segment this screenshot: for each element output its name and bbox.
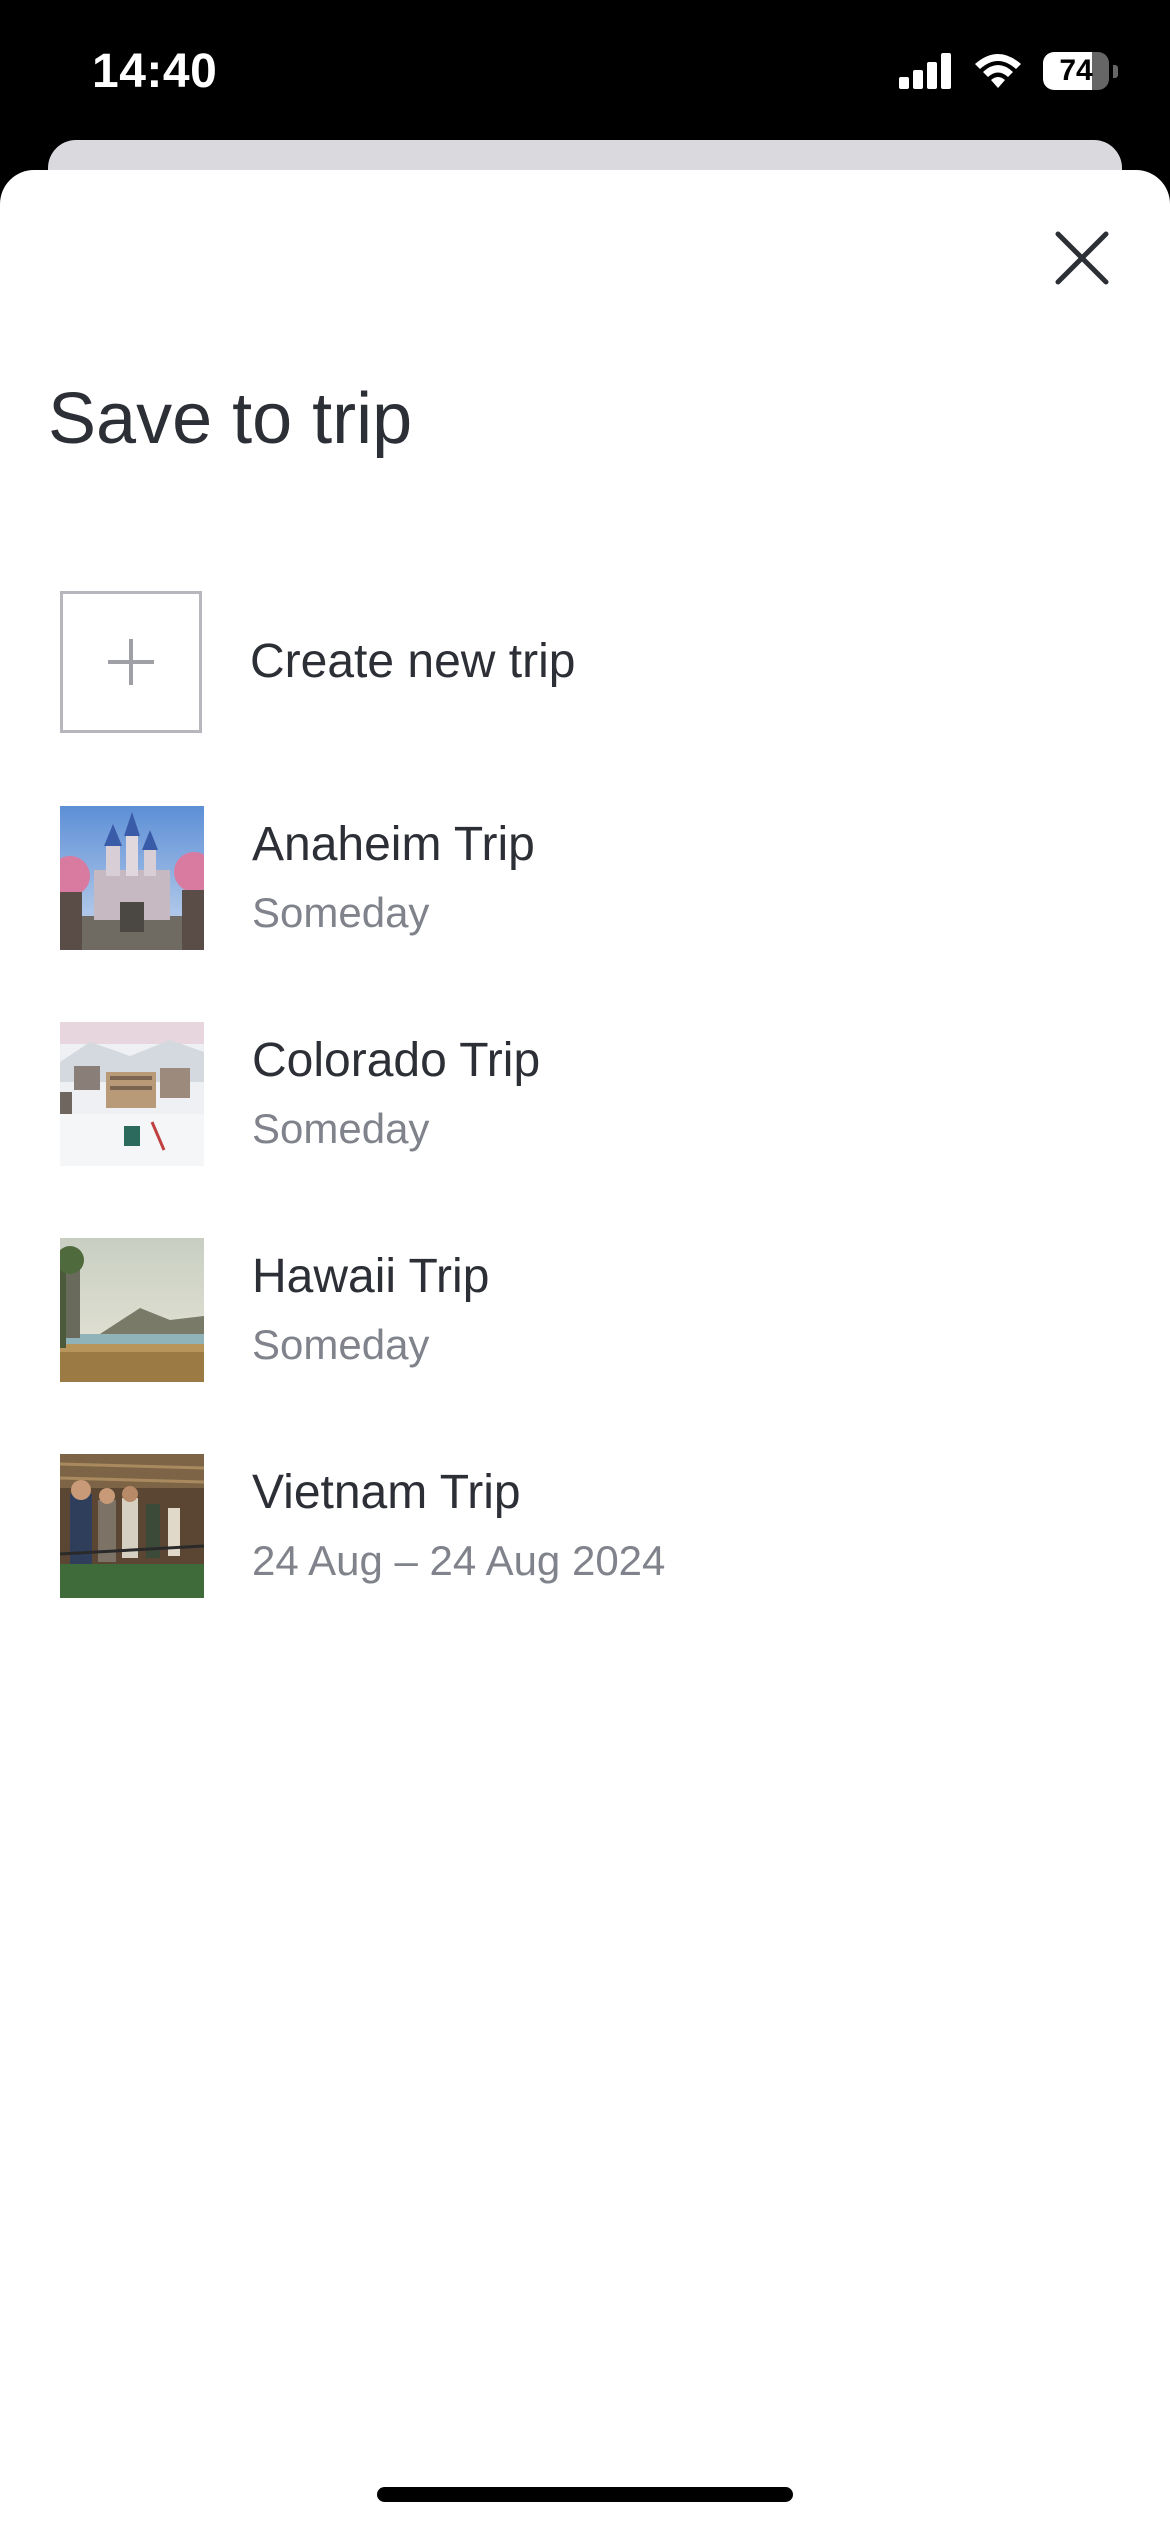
- close-icon: [1055, 231, 1109, 285]
- home-indicator: [377, 2487, 793, 2502]
- colorado-text: Colorado Trip Someday: [252, 1031, 540, 1157]
- trip-date: Someday: [252, 1105, 430, 1152]
- trip-name: Anaheim Trip: [252, 818, 535, 871]
- trip-item-anaheim[interactable]: Anaheim Trip Someday: [60, 806, 1120, 950]
- vietnam-thumbnail: [60, 1454, 204, 1598]
- anaheim-text: Anaheim Trip Someday: [252, 815, 535, 941]
- status-bar: 14:40 74: [0, 0, 1170, 140]
- wifi-icon: [975, 54, 1021, 88]
- trip-list: Create new trip Anaheim Trip Someday Col…: [60, 590, 1120, 1670]
- trip-name: Hawaii Trip: [252, 1250, 490, 1303]
- create-new-trip-label: Create new trip: [250, 635, 576, 688]
- create-new-trip-button[interactable]: Create new trip: [60, 590, 1120, 734]
- colorado-thumbnail: [60, 1022, 204, 1166]
- close-button[interactable]: [1046, 222, 1118, 294]
- battery-cap: [1113, 64, 1118, 78]
- hawaii-text: Hawaii Trip Someday: [252, 1247, 489, 1373]
- plus-icon: [108, 639, 154, 685]
- beach-photo: [60, 1238, 204, 1382]
- market-photo: [60, 1454, 204, 1598]
- anaheim-thumbnail: [60, 806, 204, 950]
- trip-item-hawaii[interactable]: Hawaii Trip Someday: [60, 1238, 1120, 1382]
- trip-item-vietnam[interactable]: Vietnam Trip 24 Aug – 24 Aug 2024: [60, 1454, 1120, 1598]
- create-trip-text: Create new trip: [250, 632, 575, 692]
- castle-photo: [60, 806, 204, 950]
- snowy-town-photo: [60, 1022, 204, 1166]
- trip-name: Vietnam Trip: [252, 1466, 521, 1519]
- status-time: 14:40: [92, 45, 218, 98]
- vietnam-text: Vietnam Trip 24 Aug – 24 Aug 2024: [252, 1463, 665, 1589]
- trip-date: Someday: [252, 1321, 430, 1368]
- battery-icon: 74: [1043, 52, 1109, 90]
- trip-date: 24 Aug – 24 Aug 2024: [252, 1537, 666, 1584]
- page-title: Save to trip: [48, 379, 413, 459]
- trip-date: Someday: [252, 889, 430, 936]
- screen: 14:40 74 Save to trip Create new trip An…: [0, 0, 1170, 2532]
- create-trip-box: [60, 591, 202, 733]
- battery-level: 74: [1059, 54, 1093, 87]
- hawaii-thumbnail: [60, 1238, 204, 1382]
- signal-icon: [899, 53, 951, 89]
- trip-name: Colorado Trip: [252, 1034, 541, 1087]
- trip-item-colorado[interactable]: Colorado Trip Someday: [60, 1022, 1120, 1166]
- save-to-trip-sheet: Save to trip Create new trip Anaheim Tri…: [0, 170, 1170, 2532]
- status-icons: 74: [899, 52, 1118, 90]
